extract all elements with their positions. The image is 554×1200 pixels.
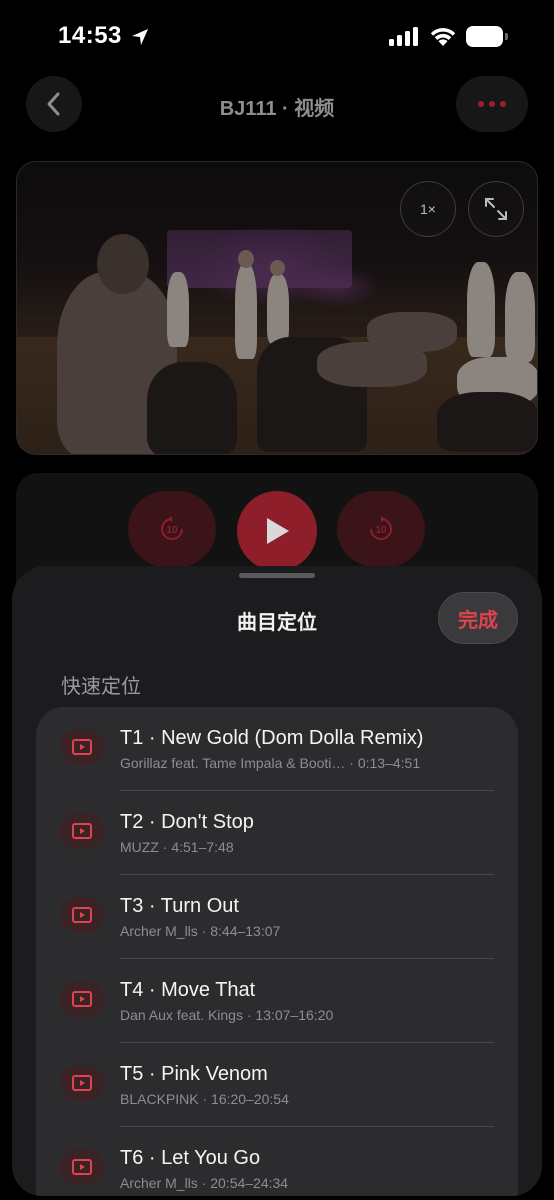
status-bar: 14:53 (0, 0, 554, 74)
video-player[interactable]: 1× (16, 161, 538, 455)
more-button[interactable] (456, 76, 528, 132)
track-row[interactable]: T2 · Don't Stop MUZZ · 4:51–7:48 (36, 791, 518, 875)
track-subtitle: Dan Aux feat. Kings · 13:07–16:20 (120, 1007, 334, 1023)
forward-10-button[interactable]: 10 (337, 491, 425, 567)
playback-speed-button[interactable]: 1× (400, 181, 456, 237)
done-button[interactable]: 完成 (438, 592, 518, 644)
play-button[interactable] (237, 491, 317, 571)
video-play-icon (60, 813, 104, 849)
battery-icon (466, 26, 508, 47)
track-row[interactable]: T3 · Turn Out Archer M_lls · 8:44–13:07 (36, 875, 518, 959)
track-subtitle: Archer M_lls · 20:54–24:34 (120, 1175, 289, 1191)
video-play-icon (60, 1065, 104, 1101)
wifi-icon (430, 28, 456, 46)
sheet-grabber[interactable] (239, 573, 315, 578)
video-play-icon (60, 1149, 104, 1185)
fullscreen-button[interactable] (468, 181, 524, 237)
rewind-10-icon: 10 (161, 516, 183, 540)
track-row[interactable]: T4 · Move That Dan Aux feat. Kings · 13:… (36, 959, 518, 1043)
track-title: T1 · New Gold (Dom Dolla Remix) (120, 727, 424, 749)
track-row[interactable]: T5 · Pink Venom BLACKPINK · 16:20–20:54 (36, 1043, 518, 1127)
svg-text:10: 10 (375, 525, 387, 536)
expand-icon (485, 198, 507, 220)
track-locator-sheet: 曲目定位 完成 快速定位 T1 · New Gold (Dom Dolla Re… (12, 566, 542, 1196)
play-icon (267, 518, 289, 544)
rewind-10-button[interactable]: 10 (128, 491, 216, 567)
track-row[interactable]: T1 · New Gold (Dom Dolla Remix) Gorillaz… (36, 707, 518, 791)
track-subtitle: BLACKPINK · 16:20–20:54 (120, 1091, 289, 1107)
track-list: T1 · New Gold (Dom Dolla Remix) Gorillaz… (36, 707, 518, 1196)
track-title: T6 · Let You Go (120, 1147, 261, 1169)
video-play-icon (60, 729, 104, 765)
track-subtitle: Archer M_lls · 8:44–13:07 (120, 923, 281, 939)
svg-text:10: 10 (166, 525, 178, 536)
track-title: T2 · Don't Stop (120, 811, 254, 833)
cellular-signal-icon (389, 27, 418, 46)
track-title: T5 · Pink Venom (120, 1063, 268, 1085)
track-row[interactable]: T6 · Let You Go Archer M_lls · 20:54–24:… (36, 1127, 518, 1196)
location-arrow-icon (132, 29, 148, 45)
video-play-icon (60, 897, 104, 933)
status-time: 14:53 (58, 22, 122, 49)
track-subtitle: MUZZ · 4:51–7:48 (120, 839, 234, 855)
track-title: T3 · Turn Out (120, 895, 239, 917)
forward-10-icon: 10 (370, 516, 392, 540)
video-play-icon (60, 981, 104, 1017)
section-label: 快速定位 (61, 676, 141, 698)
track-title: T4 · Move That (120, 979, 256, 1001)
track-subtitle: Gorillaz feat. Tame Impala & Booti… · 0:… (120, 755, 421, 771)
more-dots-icon (478, 101, 484, 107)
